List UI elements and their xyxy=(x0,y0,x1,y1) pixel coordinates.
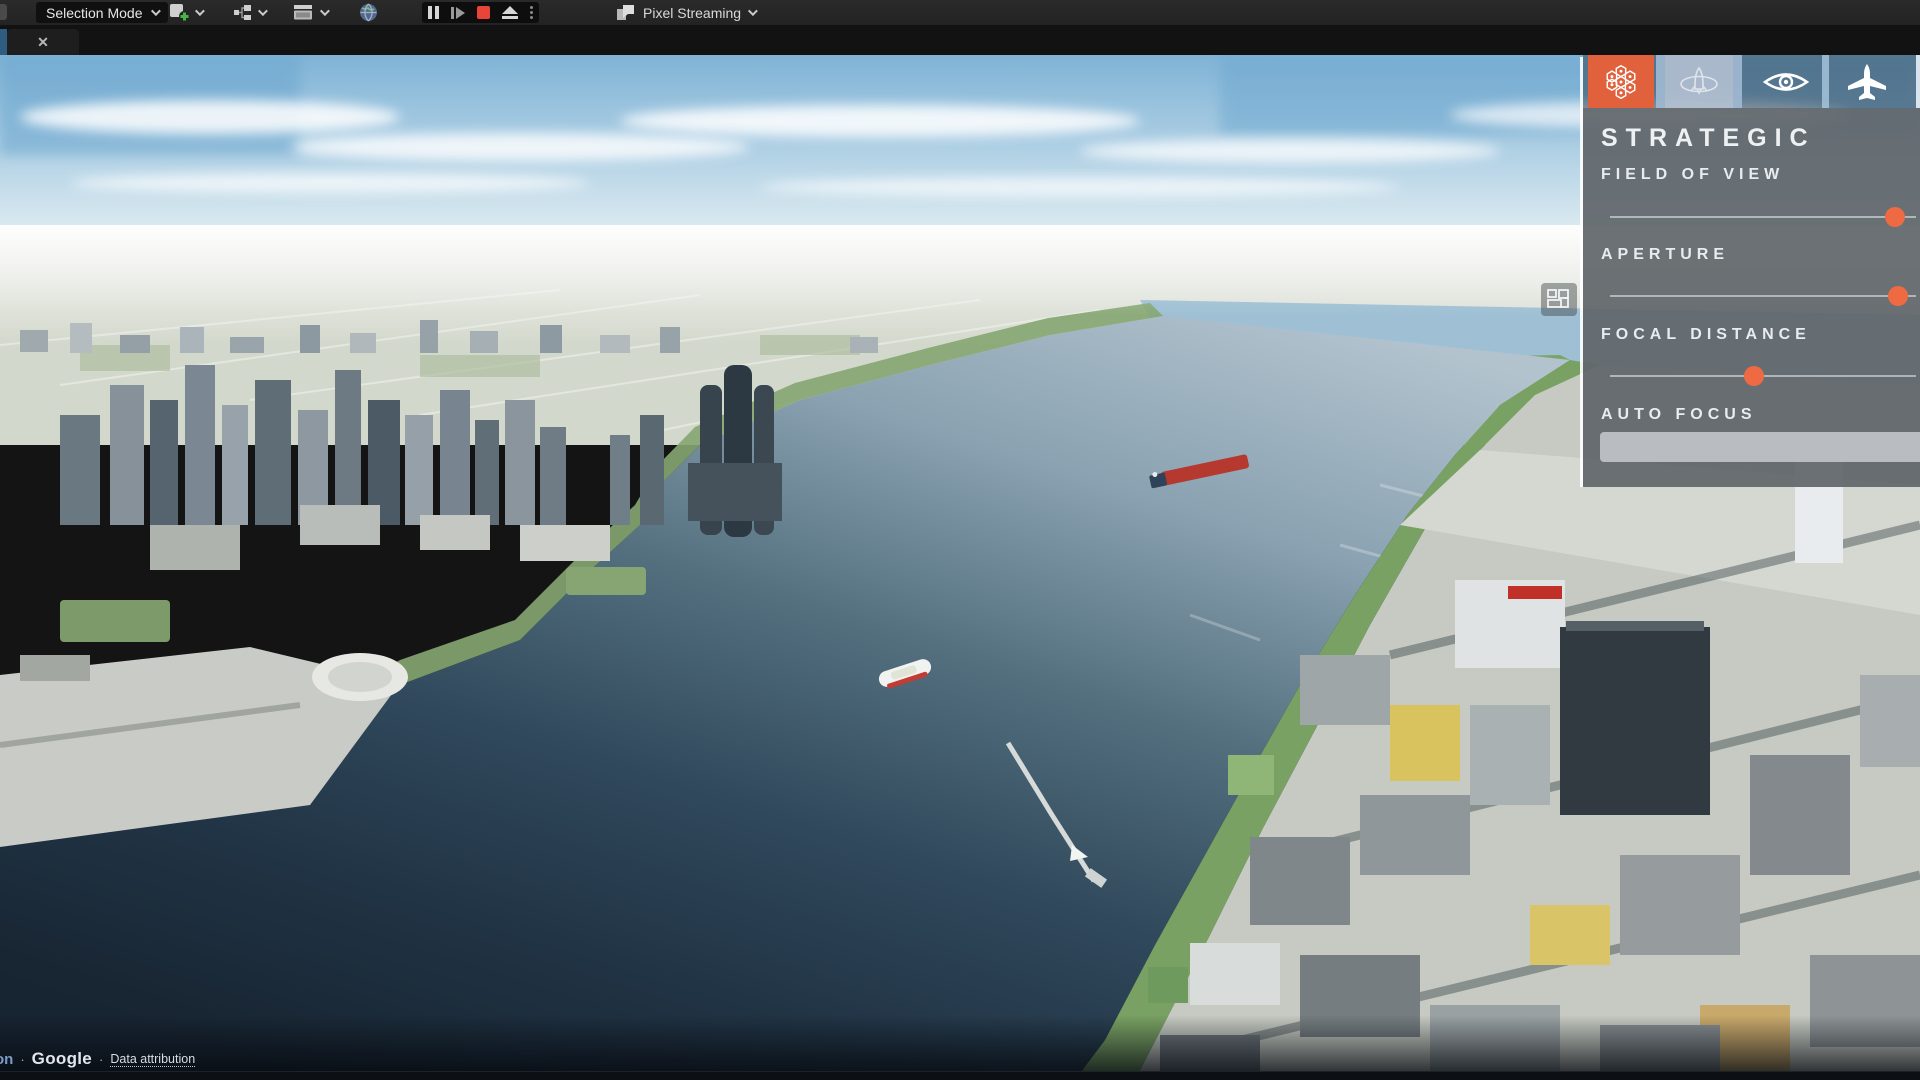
chevron-down-icon xyxy=(748,6,758,16)
stop-button[interactable] xyxy=(477,6,490,19)
chevron-down-icon xyxy=(258,6,268,16)
play-controls xyxy=(422,2,539,23)
tab-accent-strip xyxy=(0,29,7,55)
tab-separator xyxy=(1822,55,1829,108)
clapperboard-icon xyxy=(293,4,315,21)
play-options-kebab-icon[interactable] xyxy=(530,6,533,19)
focal-distance-slider[interactable] xyxy=(1610,366,1916,386)
swarm-icon xyxy=(1602,63,1640,101)
layout-squares-icon xyxy=(1547,289,1571,311)
slider-track[interactable] xyxy=(1610,295,1916,297)
panel-collapse-handle[interactable] xyxy=(1541,283,1577,316)
slider-handle[interactable] xyxy=(1744,366,1764,386)
aperture-slider[interactable] xyxy=(1610,286,1916,306)
bottom-bar xyxy=(0,1071,1920,1080)
camera-mode-tabbar xyxy=(1583,55,1920,108)
eject-button[interactable] xyxy=(502,6,518,19)
focal-distance-label: FOCAL DISTANCE xyxy=(1601,326,1811,344)
tab-rocket-mode[interactable] xyxy=(1656,55,1742,108)
chevron-down-icon xyxy=(195,6,205,16)
viewport-tab[interactable]: ✕ xyxy=(7,29,79,55)
partial-toolbar-icon xyxy=(0,4,7,20)
chevron-down-icon xyxy=(150,6,160,16)
step-frame-button[interactable] xyxy=(451,7,465,19)
editor-window: Selection Mode xyxy=(0,0,1920,1080)
world-button[interactable] xyxy=(358,0,379,25)
add-actor-button[interactable] xyxy=(168,0,202,25)
selection-mode-dropdown[interactable]: Selection Mode xyxy=(36,2,168,23)
tab-separator xyxy=(1916,55,1920,108)
close-icon[interactable]: ✕ xyxy=(37,34,49,51)
attribution-dot: · xyxy=(99,1052,103,1067)
globe-icon xyxy=(358,2,379,23)
map-attribution: on · Google · Data attribution xyxy=(0,1049,195,1069)
field-of-view-slider[interactable] xyxy=(1610,207,1916,227)
panel-title: STRATEGIC xyxy=(1601,124,1816,153)
google-logo: Google xyxy=(32,1049,92,1069)
auto-focus-label: AUTO FOCUS xyxy=(1601,406,1756,424)
aperture-label: APERTURE xyxy=(1601,246,1729,264)
rocket-orbit-icon xyxy=(1677,64,1721,100)
pixel-streaming-icon xyxy=(616,4,636,22)
slider-handle[interactable] xyxy=(1888,286,1908,306)
auto-focus-toggle[interactable] xyxy=(1600,432,1920,462)
field-of-view-label: FIELD OF VIEW xyxy=(1601,166,1784,184)
slider-handle[interactable] xyxy=(1885,207,1905,227)
tab-edge-strip xyxy=(1733,55,1742,108)
strategic-camera-panel: STRATEGIC FIELD OF VIEW APERTURE FOCAL D… xyxy=(1583,108,1920,487)
tab-eye-mode[interactable] xyxy=(1750,55,1822,108)
cinematics-button[interactable] xyxy=(293,0,327,25)
tab-edge-strip xyxy=(1656,55,1665,108)
pause-button[interactable] xyxy=(428,6,439,19)
attribution-prefix: on xyxy=(0,1051,13,1068)
pixel-streaming-dropdown[interactable]: Pixel Streaming xyxy=(616,0,755,25)
pixel-streaming-label: Pixel Streaming xyxy=(643,5,741,21)
attribution-dot: · xyxy=(20,1052,24,1067)
blueprint-nodes-icon xyxy=(233,4,253,22)
chevron-down-icon xyxy=(320,6,330,16)
cube-plus-icon xyxy=(168,3,190,23)
airplane-icon xyxy=(1846,61,1888,103)
blueprints-button[interactable] xyxy=(233,0,265,25)
data-attribution-link[interactable]: Data attribution xyxy=(110,1052,195,1067)
tab-airplane-mode[interactable] xyxy=(1829,55,1905,108)
tab-swarm-mode[interactable] xyxy=(1588,55,1654,108)
slider-track[interactable] xyxy=(1610,216,1916,218)
panel-divider-line xyxy=(1580,57,1583,487)
selection-mode-label: Selection Mode xyxy=(46,5,143,21)
eye-icon xyxy=(1762,67,1810,97)
viewport-tabstrip: ✕ xyxy=(0,25,1920,55)
caesars-sign xyxy=(1508,586,1562,599)
main-toolbar: Selection Mode xyxy=(0,0,1920,25)
